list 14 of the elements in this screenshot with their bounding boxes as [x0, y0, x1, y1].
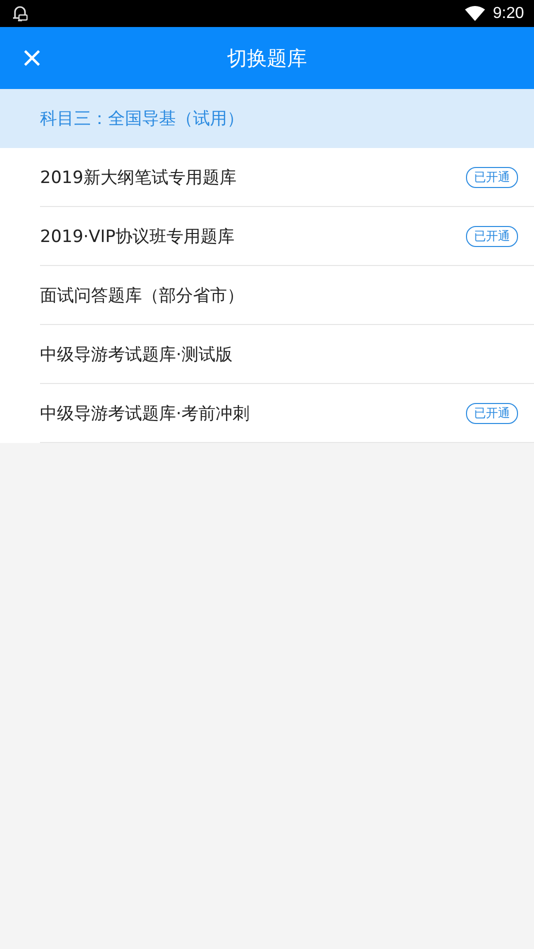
activated-badge: 已开通 [466, 402, 518, 424]
question-bank-item[interactable]: 中级导游考试题库·测试版 [40, 325, 534, 384]
question-bank-item[interactable]: 中级导游考试题库·考前冲刺 已开通 [40, 384, 534, 443]
page-title: 切换题库 [227, 44, 307, 72]
subject-title: 科目三：全国导基（试用） [40, 108, 244, 130]
close-icon[interactable] [23, 49, 41, 67]
question-bank-item[interactable]: 2019·VIP协议班专用题库 已开通 [40, 207, 534, 266]
wifi-icon [464, 6, 485, 21]
activated-badge: 已开通 [466, 226, 518, 246]
question-bank-item[interactable]: 面试问答题库（部分省市） [40, 266, 534, 325]
activated-badge: 已开通 [466, 166, 518, 188]
notification-icon [12, 4, 28, 22]
question-bank-item[interactable]: 2019新大纲笔试专用题库 已开通 [40, 148, 534, 207]
status-time: 9:20 [492, 4, 524, 22]
